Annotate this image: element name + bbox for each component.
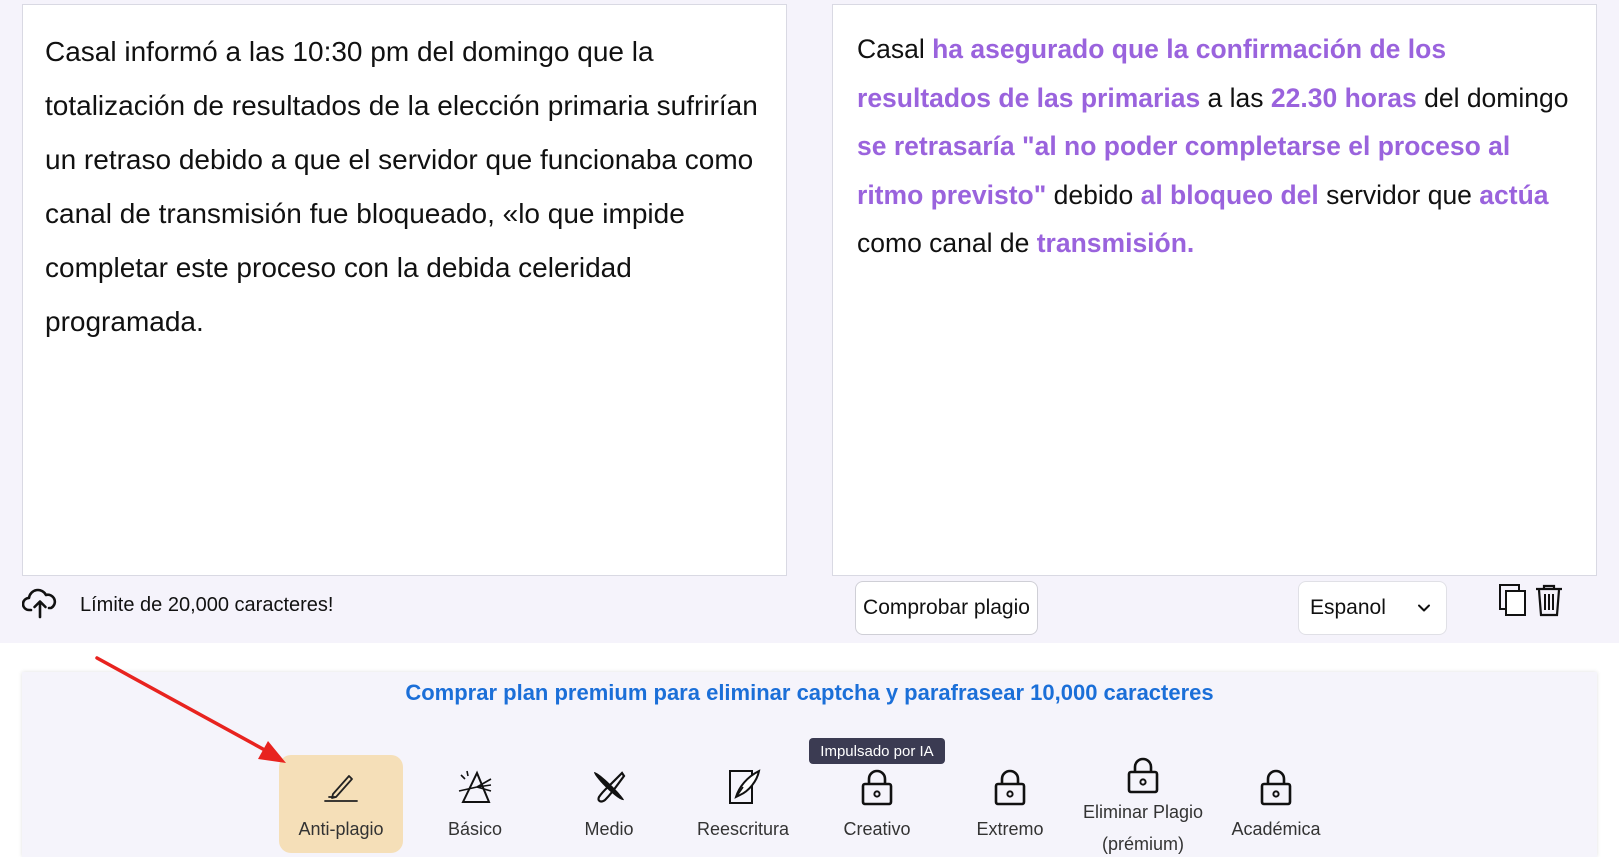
lock-icon <box>1260 769 1292 806</box>
changed-phrase[interactable]: 22.30 horas <box>1271 83 1417 113</box>
unchanged-phrase: debido <box>1046 179 1141 210</box>
mode-label: Académica <box>1231 819 1321 839</box>
brush-icon <box>594 771 626 803</box>
mode-basico[interactable]: Básico <box>413 755 537 853</box>
character-limit-label: Límite de 20,000 caracteres! <box>80 594 334 616</box>
cloud-upload-icon[interactable] <box>22 585 58 619</box>
unchanged-phrase: servidor que <box>1318 179 1480 210</box>
unchanged-phrase: del domingo <box>1416 82 1569 113</box>
unchanged-phrase: Casal <box>857 34 933 64</box>
ai-powered-tooltip: Impulsado por IA <box>809 738 945 764</box>
lock-icon <box>1127 757 1159 794</box>
chevron-down-icon <box>1418 604 1430 612</box>
mode-eliminar-plagio[interactable]: Eliminar Plagio (prémium) <box>1075 752 1211 857</box>
mode-creativo[interactable]: Creativo <box>815 755 939 853</box>
mode-extremo[interactable]: Extremo <box>948 755 1072 853</box>
pen-icon <box>324 775 358 802</box>
changed-phrase[interactable]: actúa <box>1479 180 1548 210</box>
language-selected-value: Espanol <box>1310 596 1386 619</box>
unchanged-phrase: como canal de <box>857 228 1037 258</box>
mode-label: Reescritura <box>696 819 790 839</box>
unchanged-phrase: a las <box>1200 82 1271 113</box>
mode-label: Creativo <box>843 819 911 839</box>
changed-phrase[interactable]: transmisión. <box>1037 228 1195 258</box>
mode-label: Anti-plagio <box>298 819 384 839</box>
input-text-panel[interactable]: Casal informó a las 10:30 pm del domingo… <box>22 4 787 576</box>
language-select[interactable]: Espanol <box>1298 581 1447 635</box>
trash-icon[interactable] <box>1533 583 1565 617</box>
mode-medio[interactable]: Medio <box>547 755 671 853</box>
mode-label: Básico <box>447 819 503 839</box>
check-plagiarism-button[interactable]: Comprobar plagio <box>855 581 1038 635</box>
prism-icon <box>458 770 492 803</box>
mode-label: Extremo <box>976 819 1044 839</box>
changed-phrase[interactable]: al bloqueo del <box>1141 180 1319 210</box>
lock-icon <box>994 769 1026 806</box>
mode-academica[interactable]: Académica <box>1214 755 1338 853</box>
quill-icon <box>729 769 761 804</box>
input-text[interactable]: Casal informó a las 10:30 pm del domingo… <box>45 25 764 349</box>
output-text: Casal ha asegurado que la confirmación d… <box>857 25 1572 268</box>
mode-label: Medio <box>584 819 634 839</box>
editor-area: Casal informó a las 10:30 pm del domingo… <box>0 0 1619 643</box>
premium-promo-link[interactable]: Comprar plan premium para eliminar captc… <box>0 680 1619 706</box>
copy-icon[interactable] <box>1498 583 1530 617</box>
mode-label-premium: (prémium) <box>1101 834 1184 854</box>
output-text-panel: Casal ha asegurado que la confirmación d… <box>832 4 1597 576</box>
mode-reescritura[interactable]: Reescritura <box>681 755 805 853</box>
mode-anti-plagio[interactable]: Anti-plagio <box>279 755 403 853</box>
mode-label: Eliminar Plagio <box>1082 802 1204 822</box>
lock-icon <box>861 769 893 806</box>
